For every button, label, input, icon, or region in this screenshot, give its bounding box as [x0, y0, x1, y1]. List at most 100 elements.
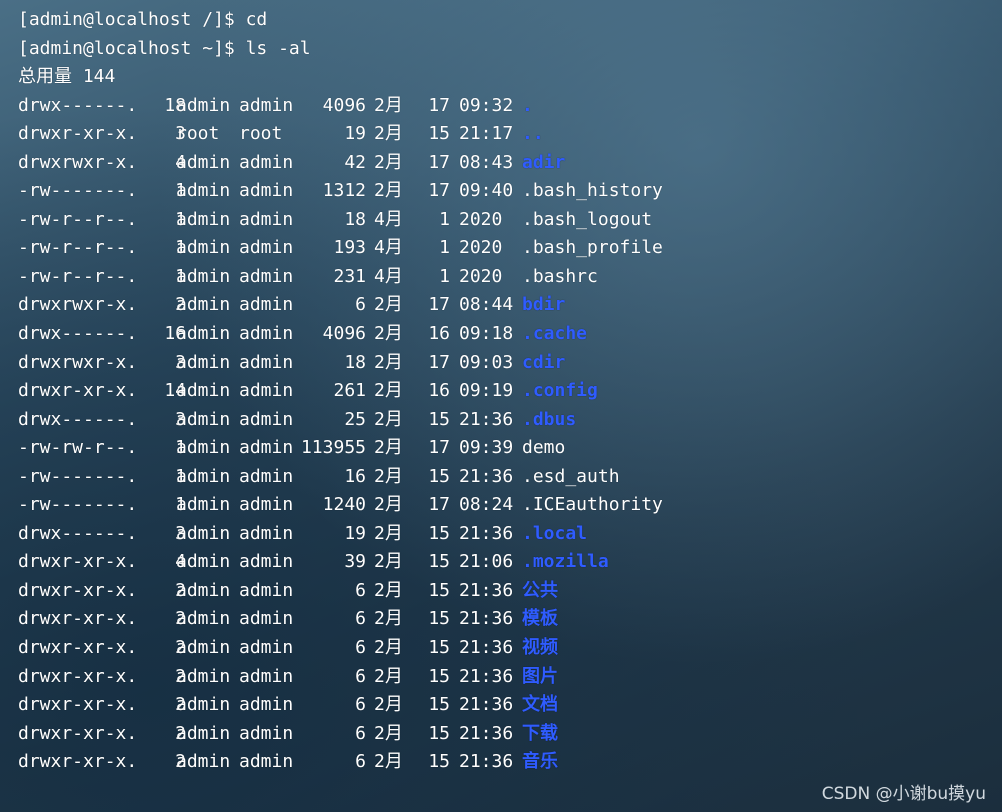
entry-perm: -rw-------. — [18, 180, 138, 202]
entry-name: 模板 — [522, 608, 558, 630]
entry-group: admin — [239, 408, 294, 430]
total-usage-line: 总用量 144 — [18, 66, 116, 88]
entry-name: .bash_profile — [522, 237, 663, 259]
entry-day: 15 — [428, 408, 450, 430]
entry-month: 2月 — [374, 608, 403, 630]
entry-perm: drwx------. — [18, 522, 138, 544]
entry-day: 16 — [428, 323, 450, 345]
ls-entry-row: drwxr-xr-x. 14 admin admin 261 2月 16 09:19 .conf… — [18, 377, 738, 406]
entry-name: 文档 — [522, 694, 558, 716]
entry-owner: admin — [176, 94, 231, 116]
entry-time: 08:43 — [459, 151, 514, 173]
ls-entry-row: drwxr-xr-x. 4 admin admin 39 2月 15 21:06 .mozill… — [18, 548, 738, 577]
entry-name: .dbus — [522, 408, 577, 430]
entry-name: .bash_history — [522, 180, 663, 202]
entry-size: 6 — [355, 637, 366, 659]
entry-owner: admin — [176, 722, 231, 744]
entry-size: 18 — [344, 208, 366, 230]
entry-size: 6 — [355, 694, 366, 716]
entry-group: admin — [239, 608, 294, 630]
ls-entry-row: -rw-------. 1 admin admin 1240 2月 17 08:24 .ICEa… — [18, 491, 738, 520]
entry-size: 6 — [355, 751, 366, 773]
ls-entry-row: drwxr-xr-x. 3 root root 19 2月 15 21:17.. — [18, 120, 738, 149]
entry-time: 21:36 — [459, 722, 514, 744]
entry-owner: admin — [176, 208, 231, 230]
entry-time: 21:36 — [459, 637, 514, 659]
entry-group: admin — [239, 465, 294, 487]
entry-owner: admin — [176, 437, 231, 459]
entry-name: .. — [522, 123, 544, 145]
entry-name: adir — [522, 151, 566, 173]
entry-name: cdir — [522, 351, 566, 373]
entry-perm: drwxr-xr-x. — [18, 665, 138, 687]
terminal-window[interactable]: [admin@localhost /]$ cd [admin@localhost… — [0, 0, 1002, 812]
entry-day: 15 — [428, 722, 450, 744]
entry-month: 2月 — [374, 579, 403, 601]
ls-entry-row: drwx------. 18 admin admin 4096 2月 17 09:32. — [18, 92, 738, 121]
entry-month: 2月 — [374, 751, 403, 773]
entry-month: 4月 — [374, 265, 403, 287]
entry-month: 4月 — [374, 237, 403, 259]
ls-entry-row: drwxr-xr-x. 2 admin admin 6 2月 15 21:36 文档 — [18, 691, 738, 720]
entry-group: admin — [239, 522, 294, 544]
entry-month: 4月 — [374, 208, 403, 230]
entry-name: 视频 — [522, 637, 558, 659]
entry-day: 1 — [439, 208, 450, 230]
entry-size: 231 — [333, 265, 366, 287]
entry-name: 下载 — [522, 722, 558, 744]
entry-perm: drwxr-xr-x. — [18, 579, 138, 601]
entry-group: admin — [239, 94, 294, 116]
entry-name: .config — [522, 380, 598, 402]
entry-perm: drwxr-xr-x. — [18, 694, 138, 716]
entry-day: 15 — [428, 551, 450, 573]
ls-entry-row: drwxr-xr-x. 2 admin admin 6 2月 15 21:36 音乐 — [18, 748, 738, 777]
entry-group: root — [239, 123, 283, 145]
entry-time: 21:17 — [459, 123, 514, 145]
ls-entry-row: -rw-r--r--. 1 admin admin 193 4月 1 2020 .bash_pr… — [18, 234, 738, 263]
entry-group: admin — [239, 665, 294, 687]
entry-size: 39 — [344, 551, 366, 573]
ls-entry-row: -rw-r--r--. 1 admin admin 231 4月 1 2020 .bashrc — [18, 263, 738, 292]
entry-time: 21:36 — [459, 465, 514, 487]
entry-owner: admin — [176, 265, 231, 287]
ls-entry-row: drwxr-xr-x. 2 admin admin 6 2月 15 21:36 视频 — [18, 634, 738, 663]
entry-owner: admin — [176, 665, 231, 687]
prompt-line-cd: [admin@localhost /]$ cd — [18, 9, 268, 30]
entry-owner: admin — [176, 380, 231, 402]
ls-entry-row: drwx------. 16 admin admin 4096 2月 16 09:18 .cac… — [18, 320, 738, 349]
entry-day: 17 — [428, 94, 450, 116]
entry-day: 15 — [428, 465, 450, 487]
ls-entry-row: -rw-------. 1 admin admin 16 2月 15 21:36 .esd_au… — [18, 463, 738, 492]
entry-time: 2020 — [459, 237, 503, 259]
entry-day: 15 — [428, 579, 450, 601]
entry-time: 21:36 — [459, 608, 514, 630]
entry-month: 2月 — [374, 294, 403, 316]
entry-size: 1240 — [322, 494, 366, 516]
entry-size: 4096 — [322, 323, 366, 345]
entry-size: 6 — [355, 722, 366, 744]
entry-perm: drwxrwxr-x. — [18, 151, 138, 173]
entry-owner: admin — [176, 237, 231, 259]
entry-group: admin — [239, 579, 294, 601]
entry-group: admin — [239, 323, 294, 345]
entry-name: demo — [522, 437, 566, 459]
entry-time: 2020 — [459, 265, 503, 287]
entry-time: 09:19 — [459, 380, 514, 402]
entry-month: 2月 — [374, 465, 403, 487]
entry-day: 15 — [428, 665, 450, 687]
entry-month: 2月 — [374, 522, 403, 544]
entry-day: 15 — [428, 522, 450, 544]
entry-perm: drwxrwxr-x. — [18, 294, 138, 316]
entry-month: 2月 — [374, 694, 403, 716]
entry-name: .ICEauthority — [522, 494, 663, 516]
entry-size: 261 — [333, 380, 366, 402]
entry-time: 08:24 — [459, 494, 514, 516]
entry-owner: admin — [176, 465, 231, 487]
entry-group: admin — [239, 265, 294, 287]
ls-entry-row: drwx------. 3 admin admin 19 2月 15 21:36 .local — [18, 520, 738, 549]
entry-day: 1 — [439, 265, 450, 287]
entry-owner: admin — [176, 351, 231, 373]
entry-owner: admin — [176, 694, 231, 716]
entry-group: admin — [239, 751, 294, 773]
ls-entry-row: -rw-r--r--. 1 admin admin 18 4月 1 2020 .bash_log… — [18, 206, 738, 235]
